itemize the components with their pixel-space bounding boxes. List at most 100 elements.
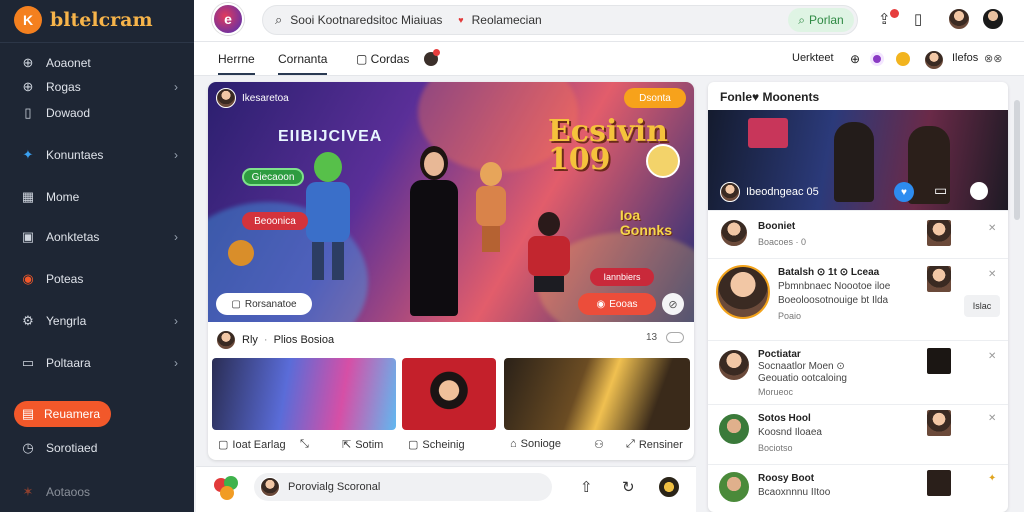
notification-icon[interactable]: ⇪: [878, 10, 891, 28]
sidebar-item-11[interactable]: ✶ Aotaoos: [0, 479, 194, 505]
search-bar[interactable]: ⌕ ♥ Reolamecian: [262, 5, 858, 35]
sidebar-item-4[interactable]: ▦ Mome: [0, 184, 194, 210]
thumbnail-crowd[interactable]: [504, 358, 690, 430]
more-icon[interactable]: ⊗⊗: [984, 52, 1002, 65]
host-figure: [404, 146, 464, 316]
globe-icon: ⊕: [22, 79, 34, 94]
sidebar-item-10[interactable]: ◷ Sorotiaed: [0, 435, 194, 461]
compose-input[interactable]: Porovialg Scoronal: [254, 473, 552, 501]
profile-avatar[interactable]: [658, 476, 680, 498]
side-button[interactable]: Islac: [964, 295, 1000, 317]
moment-item[interactable]: Batalsh ⊙ 1t ⊙ Lceaa Pbmnbnaec Noootoe i…: [708, 258, 1008, 340]
sidebar-item-1[interactable]: ⊕ Rogas ›: [0, 74, 194, 100]
close-icon[interactable]: ✕: [988, 413, 996, 424]
search-button-label: Porlan: [809, 13, 844, 27]
like-icon[interactable]: ⇧: [580, 478, 593, 496]
sidebar-item-active[interactable]: ▤ Reuamera: [14, 401, 111, 427]
avatar[interactable]: [924, 50, 944, 70]
post-user[interactable]: Rly: [242, 334, 258, 346]
logo-mark: K: [14, 6, 42, 34]
heart-group-icon[interactable]: [214, 476, 240, 500]
person-icon[interactable]: ⚇: [594, 438, 604, 451]
person-shape: [834, 122, 874, 202]
sidebar-item-8[interactable]: ▭ Poltaara ›: [0, 350, 194, 376]
hero-badge[interactable]: Iannbiers: [590, 268, 654, 286]
moments-video[interactable]: Ibeodngeac 05 ♥ ▭: [708, 110, 1008, 210]
grid-icon[interactable]: ⊕: [850, 52, 860, 66]
panel-icon[interactable]: ▯: [914, 10, 922, 28]
action-4[interactable]: ⤢ Rensiner: [626, 438, 683, 451]
app-icon[interactable]: e: [212, 3, 244, 35]
sidebar-item-0[interactable]: ⊕ Aoaonet: [0, 50, 194, 76]
clock-icon: ◷: [22, 440, 34, 455]
hero-action-button[interactable]: ◉ Eooas: [578, 293, 656, 315]
sparkle-icon[interactable]: ✦: [988, 473, 996, 484]
sidebar-item-7[interactable]: ⚙ Yengrla ›: [0, 308, 194, 334]
profile-avatar[interactable]: [982, 8, 1004, 30]
hero-green-tag[interactable]: Giecaoon: [242, 168, 304, 186]
close-icon[interactable]: ✕: [988, 269, 996, 280]
moment-meta: Poaio: [778, 311, 802, 321]
app-logo[interactable]: K bltelcram: [14, 6, 153, 34]
share-icon[interactable]: ⊘: [662, 293, 684, 315]
settings-icon: ⚙: [22, 313, 34, 328]
search-icon: ⌕: [798, 12, 806, 27]
action-label: Sotim: [355, 438, 384, 451]
thumbnail-singer[interactable]: [402, 358, 496, 430]
moment-name: Sotos Hool: [758, 413, 811, 424]
search-button[interactable]: ⌕ Porlan: [788, 8, 854, 32]
alien-figure: [300, 152, 356, 282]
sidebar: K bltelcram ⊕ Aoaonet ⊕ Rogas › ▯ Dowaod ✦ Ko…: [0, 0, 194, 512]
sidebar-item-5[interactable]: ▣ Aonktetas ›: [0, 224, 194, 250]
moment-item[interactable]: Poctiatar Socnaatlor Moen ⊙ Geouatio oot…: [708, 340, 1008, 404]
tab-contents[interactable]: Cornanta: [278, 52, 328, 75]
heart-icon[interactable]: ♥: [894, 182, 914, 202]
tab-cards[interactable]: ▢ Cordas: [356, 52, 409, 66]
moment-item[interactable]: Booniet Boacoes · 0 ✕: [708, 210, 1008, 258]
avatar: [720, 182, 740, 202]
scrollbar[interactable]: [1014, 100, 1020, 220]
refresh-icon[interactable]: ↻: [622, 478, 635, 496]
moment-item[interactable]: Roosy Boot Bcaoxnnnu IItoo ✦: [708, 464, 1008, 512]
hero-action-left[interactable]: ▢ Rorsanatoe: [216, 293, 312, 315]
hero-user-name: Ikesaretoa: [242, 92, 289, 104]
status-dot-icon[interactable]: [870, 52, 884, 66]
subbar-right-label[interactable]: Uerkteet: [792, 52, 834, 64]
moment-line: Boeoloosotnouige bt Ilda: [778, 295, 889, 306]
record-icon[interactable]: [970, 182, 988, 200]
action-1[interactable]: ⇱ Sotim: [342, 438, 384, 452]
sidebar-item-label: Yengrla: [46, 314, 87, 328]
avatar[interactable]: [216, 330, 236, 350]
monitor-icon[interactable]: ▭: [934, 182, 952, 202]
moment-item[interactable]: Sotos Hool Koosnd Iloaea Bociotso ✕: [708, 404, 1008, 464]
files-label[interactable]: Ilefos: [952, 52, 978, 64]
sidebar-item-label: Mome: [46, 190, 80, 204]
globe-icon: ⊕: [22, 55, 34, 70]
sidebar-item-6[interactable]: ◉ Poteas: [0, 266, 194, 292]
action-0[interactable]: ▢ Ioat Earlag: [218, 438, 286, 452]
live-button[interactable]: Dsonta: [624, 88, 686, 108]
thumbnail-concert[interactable]: [212, 358, 396, 430]
coin-icon[interactable]: [896, 52, 910, 66]
dot-separator: ·: [263, 334, 268, 346]
close-icon[interactable]: ✕: [988, 223, 996, 234]
sidebar-item-label: Sorotiaed: [46, 441, 98, 455]
moment-thumbnail: [926, 265, 952, 293]
toggle-icon[interactable]: [665, 332, 684, 343]
action-2[interactable]: ▢ Scheinig: [408, 438, 465, 452]
action-3[interactable]: ⌂ Sonioge: [510, 438, 561, 450]
hero-user[interactable]: Ikesaretoa: [216, 88, 289, 108]
hero-red-tag[interactable]: Beoonica: [242, 212, 308, 230]
search-input[interactable]: [290, 13, 451, 27]
hero-banner[interactable]: Ikesaretoa Dsonta EIIBIJCIVEA Giecaoon B…: [208, 82, 694, 322]
sidebar-item-3[interactable]: ✦ Konuntaes ›: [0, 142, 194, 168]
hero-sub-text: Ioa Gonnks: [619, 207, 672, 238]
avatar[interactable]: [948, 8, 970, 30]
tab-home[interactable]: Herrne: [218, 52, 255, 75]
card-icon: ▢: [356, 52, 371, 66]
avatar: [720, 219, 748, 247]
moment-thumbnail: [926, 469, 952, 497]
sidebar-item-2[interactable]: ▯ Dowaod: [0, 100, 194, 126]
collapse-icon[interactable]: ⤡: [300, 438, 309, 451]
close-icon[interactable]: ✕: [988, 351, 996, 362]
